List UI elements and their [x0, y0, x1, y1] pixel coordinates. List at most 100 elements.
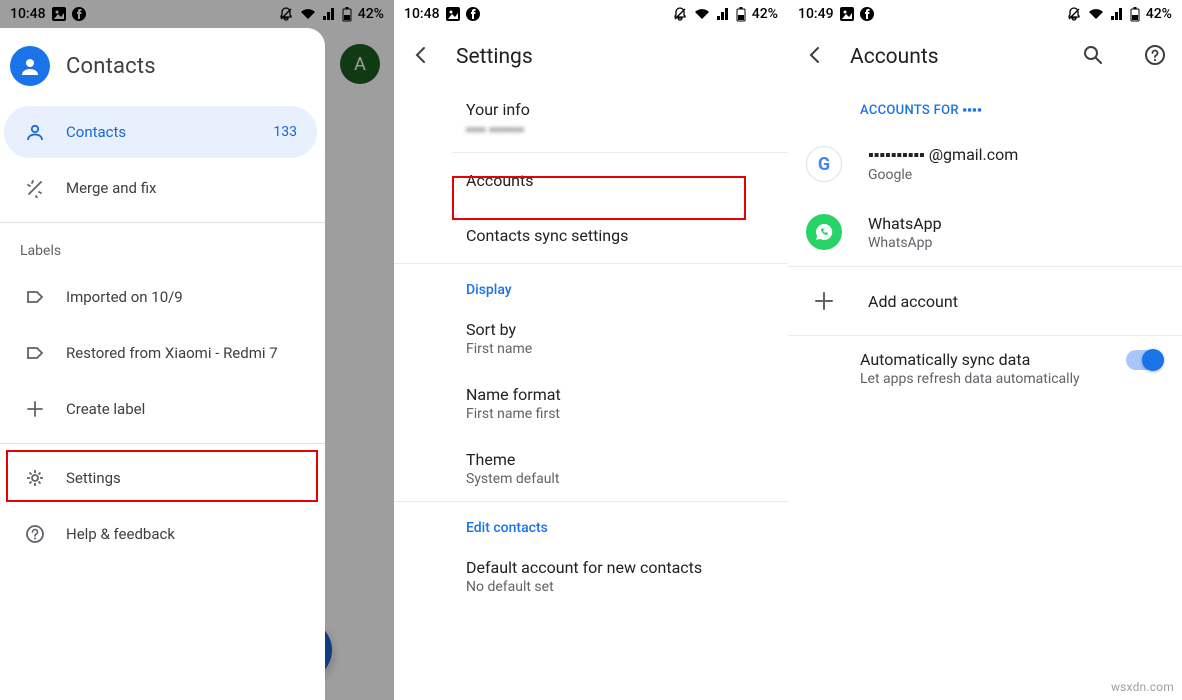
battery-icon — [736, 7, 746, 22]
account-avatar[interactable]: A — [340, 44, 380, 84]
divider — [0, 222, 325, 223]
photos-icon — [52, 7, 66, 21]
help-button[interactable] — [1144, 44, 1166, 70]
wifi-icon — [300, 7, 316, 21]
labels-section-header: Labels — [0, 229, 325, 269]
add-account[interactable]: Add account — [788, 267, 1182, 335]
battery-percent: 42% — [752, 6, 778, 22]
divider — [0, 443, 325, 444]
settings-default-account[interactable]: Default account for new contacts No defa… — [394, 544, 788, 609]
add-account-label: Add account — [868, 292, 958, 311]
signal-icon — [716, 7, 730, 21]
display-section-header: Display — [394, 264, 788, 306]
navigation-drawer: Contacts Contacts 133 Merge and fix Labe… — [0, 28, 325, 700]
whatsapp-provider: WhatsApp — [868, 235, 942, 251]
settings-theme[interactable]: Theme System default — [394, 436, 788, 501]
edit-contacts-section-header: Edit contacts — [394, 502, 788, 544]
settings-your-info[interactable]: Your info ▪▪▪▪ ▪▪▪▪▪▪▪ — [394, 86, 788, 152]
statusbar: 10:48 42% — [0, 0, 394, 28]
facebook-icon — [466, 7, 480, 21]
plus-icon — [24, 399, 46, 419]
help-icon — [24, 524, 46, 544]
nav-contacts-label: Contacts — [66, 123, 253, 141]
default-account-value: No default set — [466, 579, 788, 595]
dnd-icon — [278, 6, 294, 22]
nav-contacts[interactable]: Contacts 133 — [4, 106, 317, 158]
auto-sync-title: Automatically sync data — [860, 350, 1106, 369]
create-label-text: Create label — [66, 400, 297, 418]
wand-icon — [24, 178, 46, 198]
sort-by-value: First name — [466, 341, 788, 357]
clock: 10:48 — [10, 6, 46, 22]
app-header: Accounts — [788, 28, 1182, 86]
theme-value: System default — [466, 471, 788, 487]
settings-sync[interactable]: Contacts sync settings — [394, 208, 788, 263]
accounts-label: Accounts — [466, 171, 533, 190]
photos-icon — [446, 7, 460, 21]
clock: 10:48 — [404, 6, 440, 22]
battery-percent: 42% — [1146, 6, 1172, 22]
default-account-title: Default account for new contacts — [466, 558, 788, 577]
google-provider: Google — [868, 167, 1018, 183]
signal-icon — [322, 7, 336, 21]
your-info-title: Your info — [466, 100, 788, 119]
person-icon — [24, 122, 46, 142]
settings-sort-by[interactable]: Sort by First name — [394, 306, 788, 371]
facebook-icon — [72, 7, 86, 21]
sync-label: Contacts sync settings — [466, 226, 628, 245]
statusbar: 10:48 42% — [394, 0, 788, 28]
nav-settings-label: Settings — [66, 469, 297, 487]
phone-screen-contacts-drawer: 10:48 42% A Contacts Contacts 133 — [0, 0, 394, 700]
settings-name-format[interactable]: Name format First name first — [394, 371, 788, 436]
name-format-value: First name first — [466, 406, 788, 422]
app-header: Settings — [394, 28, 788, 86]
gear-icon — [24, 468, 46, 488]
page-title: Settings — [456, 45, 533, 69]
auto-sync-toggle[interactable] — [1126, 350, 1162, 370]
account-whatsapp[interactable]: WhatsApp WhatsApp — [788, 198, 1182, 266]
wifi-icon — [694, 7, 710, 21]
clock: 10:49 — [798, 6, 834, 22]
nav-help-feedback[interactable]: Help & feedback — [4, 508, 317, 560]
google-email: ▪▪▪▪▪▪▪▪▪▪ @gmail.com — [868, 145, 1018, 165]
battery-percent: 42% — [358, 6, 384, 22]
google-icon: G — [804, 144, 844, 184]
search-button[interactable] — [1082, 44, 1104, 70]
name-format-title: Name format — [466, 385, 788, 404]
signal-icon — [1110, 7, 1124, 21]
back-button[interactable] — [410, 44, 432, 70]
drawer-title: Contacts — [66, 54, 156, 79]
sort-by-title: Sort by — [466, 320, 788, 339]
label-restored-text: Restored from Xiaomi - Redmi 7 — [66, 344, 297, 362]
your-info-subtitle: ▪▪▪▪ ▪▪▪▪▪▪▪ — [466, 121, 788, 138]
label-icon — [24, 343, 46, 363]
create-label[interactable]: Create label — [4, 383, 317, 435]
dnd-icon — [672, 6, 688, 22]
nav-settings[interactable]: Settings — [4, 452, 317, 504]
label-imported[interactable]: Imported on 10/9 — [4, 271, 317, 323]
label-icon — [24, 287, 46, 307]
nav-contacts-count: 133 — [273, 124, 297, 140]
nav-help-label: Help & feedback — [66, 525, 297, 543]
phone-screen-accounts: 10:49 42% Accounts ACCOUNTS FOR ▪▪▪▪ G ▪… — [788, 0, 1182, 700]
contacts-logo-icon — [10, 46, 50, 86]
accounts-for-label: ACCOUNTS FOR ▪▪▪▪ — [788, 86, 1182, 130]
page-title: Accounts — [850, 45, 939, 69]
photos-icon — [840, 7, 854, 21]
wifi-icon — [1088, 7, 1104, 21]
phone-screen-settings: 10:48 42% Settings Your info ▪▪▪▪ ▪▪▪▪▪▪… — [394, 0, 788, 700]
auto-sync-row[interactable]: Automatically sync data Let apps refresh… — [788, 336, 1182, 401]
account-google[interactable]: G ▪▪▪▪▪▪▪▪▪▪ @gmail.com Google — [788, 130, 1182, 198]
facebook-icon — [860, 7, 874, 21]
whatsapp-icon — [804, 212, 844, 252]
plus-icon — [804, 281, 844, 321]
label-imported-text: Imported on 10/9 — [66, 288, 297, 306]
drawer-header: Contacts — [0, 28, 325, 104]
settings-accounts[interactable]: Accounts — [394, 153, 788, 208]
back-button[interactable] — [804, 44, 826, 70]
dnd-icon — [1066, 6, 1082, 22]
battery-icon — [1130, 7, 1140, 22]
label-restored[interactable]: Restored from Xiaomi - Redmi 7 — [4, 327, 317, 379]
nav-merge-fix[interactable]: Merge and fix — [4, 162, 317, 214]
battery-icon — [342, 7, 352, 22]
